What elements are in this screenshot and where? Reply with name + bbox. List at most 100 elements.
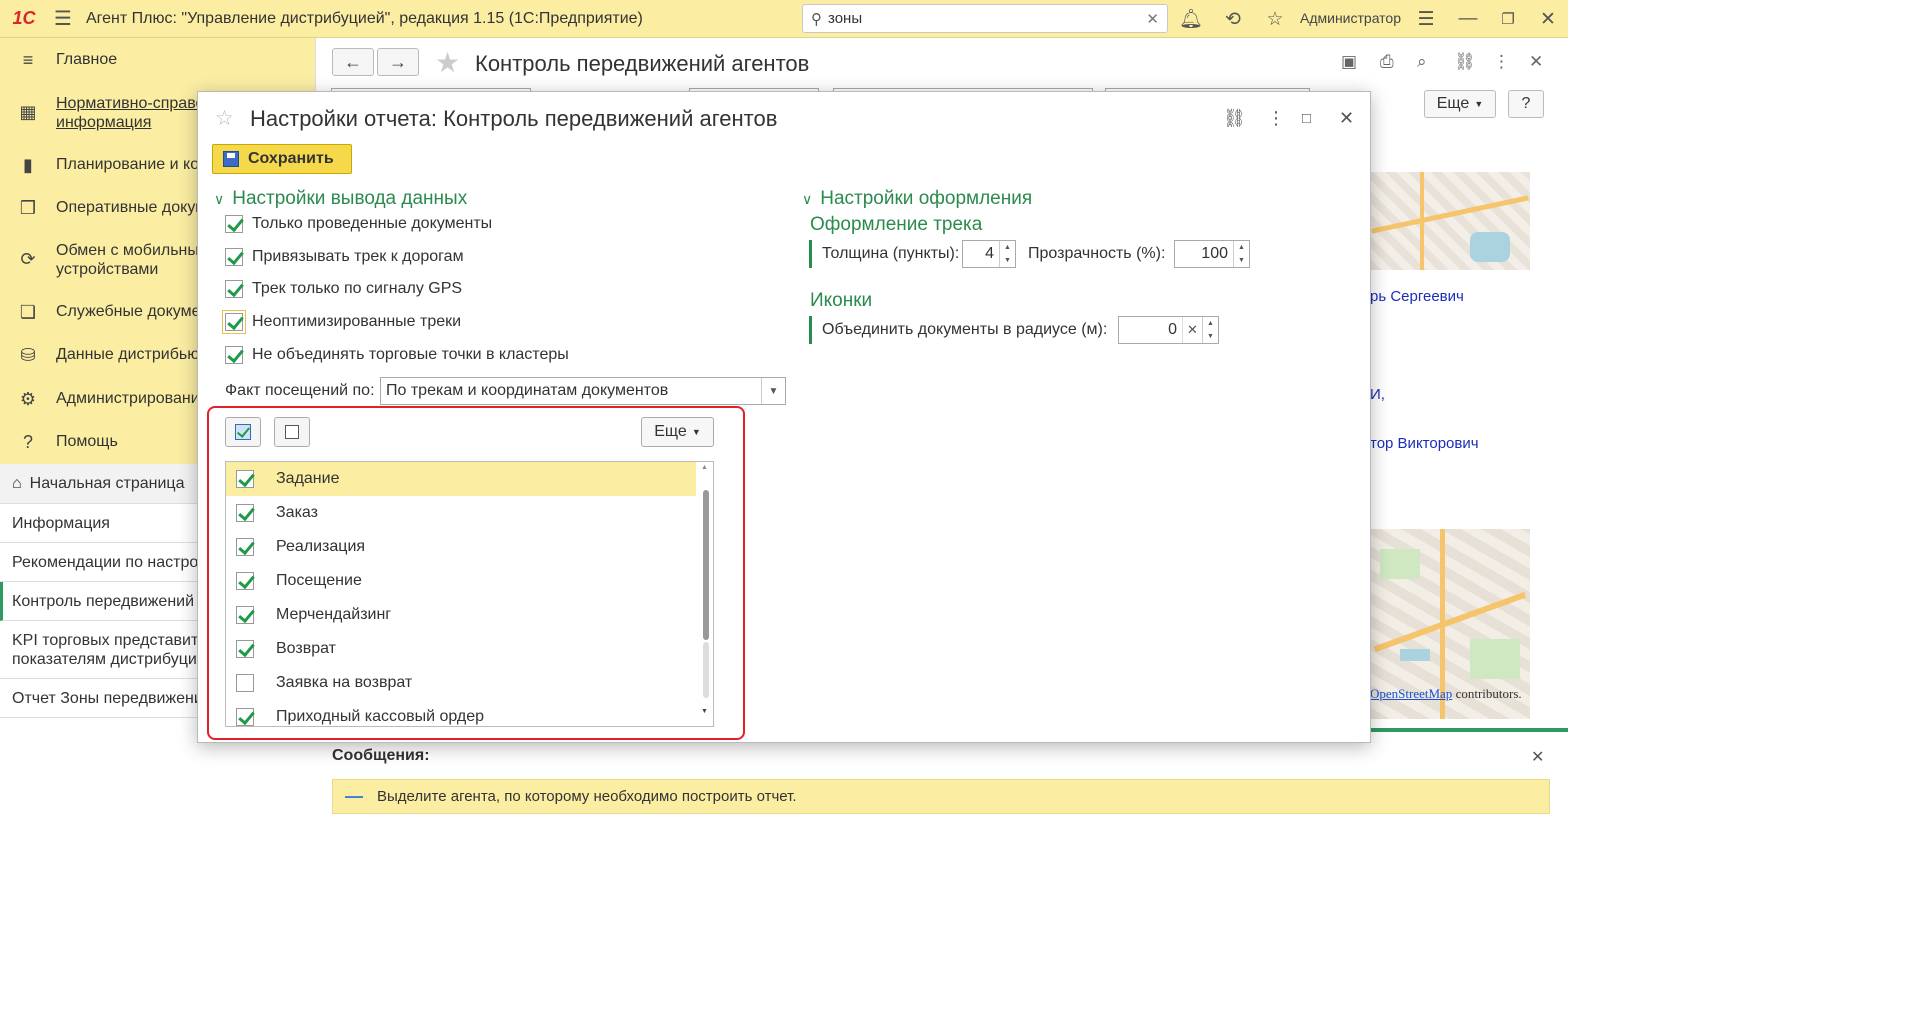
checkbox[interactable] [236,538,254,556]
top-bar: 1С ☰ Агент Плюс: "Управление дистрибуцие… [0,0,1568,38]
checkbox[interactable] [236,606,254,624]
maximize-icon[interactable]: □ [1302,110,1311,127]
checkbox[interactable] [236,640,254,658]
scroll-up-icon[interactable]: ▲ [701,464,708,471]
checkbox[interactable] [236,572,254,590]
output-settings-section[interactable]: ∨ Настройки вывода данных [214,188,467,210]
arrow-right-icon: → [389,51,407,72]
list-scrollbar[interactable]: ▲ ▼ [698,462,713,726]
list-item[interactable]: Реализация [226,530,696,564]
stepper-arrows-icon[interactable]: ▲ ▼ [1233,241,1249,267]
opacity-value[interactable]: 100 [1175,245,1233,263]
app-title: Агент Плюс: "Управление дистрибуцией", р… [86,9,643,27]
scroll-thumb[interactable] [703,490,709,640]
opacity-stepper[interactable]: 100 ▲ ▼ [1174,240,1250,268]
thickness-stepper[interactable]: 4 ▲ ▼ [962,240,1016,268]
notifications-bell-icon[interactable]: 🔔︎ [1178,6,1204,32]
print-icon[interactable]: ⎙ [1380,52,1394,72]
checkbox[interactable] [236,674,254,692]
opacity-label: Прозрачность (%): [1028,245,1166,262]
radius-stepper[interactable]: 0 ✕ ▲ ▼ [1118,316,1219,344]
stepper-arrows-icon[interactable]: ▲ ▼ [1202,317,1218,343]
documents-icon: ❒ [19,198,37,218]
back-button[interactable]: ← [332,48,374,76]
checkbox[interactable] [236,504,254,522]
checkbox[interactable] [225,215,243,233]
radius-label: Объединить документы в радиусе (м): [822,321,1108,338]
list-item[interactable]: Приходный кассовый ордер [226,700,696,726]
list-item[interactable]: Заявка на возврат [226,666,696,700]
list-item[interactable]: Задание [226,462,696,496]
design-settings-section[interactable]: ∨ Настройки оформления [802,188,1032,210]
message-item[interactable]: — Выделите агента, по которому необходим… [332,779,1550,814]
favorites-star-icon[interactable]: ☆ [1262,6,1288,32]
1c-logo: 1С [12,8,36,28]
history-icon[interactable]: ⟲ [1220,6,1246,32]
help-button[interactable]: ? [1508,90,1544,118]
current-user[interactable]: Администратор [1300,10,1401,26]
checkbox-posted-only[interactable]: Только проведенные документы [225,213,492,235]
question-icon: ? [22,432,33,452]
chevron-down-icon[interactable]: ▼ [761,378,785,404]
more-vert-icon[interactable]: ⋮ [1493,52,1510,72]
visit-fact-value: По трекам и координатам документов [386,382,669,399]
link-icon[interactable]: ⛓ [1223,108,1246,129]
files-icon: ❏ [19,302,37,322]
visit-fact-select[interactable]: По трекам и координатам документов ▼ [380,377,786,405]
list-item[interactable]: Мерчендайзинг [226,598,696,632]
forward-button[interactable]: → [377,48,419,76]
close-app-icon[interactable]: ✕ [1535,6,1561,32]
close-messages-icon[interactable]: ✕ [1531,747,1544,767]
more-button[interactable]: Еще ▼ [1424,90,1496,118]
map-tile [1370,172,1530,270]
thickness-value[interactable]: 4 [963,245,999,263]
search-input[interactable]: зоны [828,10,1146,27]
uncheck-all-button[interactable] [274,417,310,447]
uncheck-all-icon [285,421,305,439]
favorite-star-icon[interactable]: ☆ [215,106,234,131]
sidebar-item-main[interactable]: ≡ Главное [0,50,316,71]
openstreetmap-link[interactable]: OpenStreetMap [1370,686,1452,701]
check-all-button[interactable] [225,417,261,447]
list-item[interactable]: Заказ [226,496,696,530]
checkbox[interactable] [222,310,246,334]
checkbox-gps-only[interactable]: Трек только по сигналу GPS [225,278,462,300]
grid-icon: ▦ [19,102,37,122]
close-icon[interactable]: ✕ [1529,52,1543,72]
floppy-disk-icon [223,151,239,167]
minimize-icon[interactable]: — [1455,6,1481,32]
dash-icon: — [345,786,363,806]
checkbox[interactable] [236,708,254,726]
save-button[interactable]: Сохранить [212,144,352,174]
clear-search-icon[interactable]: ✕ [1146,10,1159,28]
checkbox-snap-to-roads[interactable]: Привязывать трек к дорогам [225,246,464,268]
save-icon[interactable]: ▣ [1341,52,1357,72]
checkbox[interactable] [225,346,243,364]
arrow-left-icon: ← [344,51,362,72]
list-item[interactable]: Посещение [226,564,696,598]
preview-icon[interactable]: ⌕ [1417,52,1427,72]
stepper-arrows-icon[interactable]: ▲ ▼ [999,241,1015,267]
track-design-subtitle: Оформление трека [810,214,983,235]
list-item[interactable]: Возврат [226,632,696,666]
settings-menu-icon[interactable]: ☰ [1413,6,1439,32]
checkbox-unoptimized-tracks[interactable]: Неоптимизированные треки [222,310,461,334]
radius-value[interactable]: 0 [1119,321,1182,339]
scroll-down-icon[interactable]: ▼ [701,708,708,715]
gear-icon: ⚙ [19,389,37,409]
search-field[interactable]: ⚲ зоны ✕ [802,4,1168,33]
checkbox-no-clusters[interactable]: Не объединять торговые точки в кластеры [225,344,569,366]
clear-icon[interactable]: ✕ [1182,317,1202,343]
checkbox[interactable] [225,248,243,266]
main-menu-icon[interactable]: ☰ [48,0,78,38]
link-icon[interactable]: ⛓ [1454,52,1476,72]
scroll-track[interactable] [703,642,709,698]
restore-window-icon[interactable]: ❐ [1495,6,1521,32]
checkbox[interactable] [236,470,254,488]
more-button[interactable]: Еще ▼ [641,417,714,447]
more-vert-icon[interactable]: ⋮ [1267,108,1285,129]
checkbox[interactable] [225,280,243,298]
close-icon[interactable]: ✕ [1339,108,1354,129]
favorite-star-icon[interactable]: ★ [435,46,460,79]
document-types-list[interactable]: Задание Заказ Реализация Посещение Мерче… [225,461,714,727]
